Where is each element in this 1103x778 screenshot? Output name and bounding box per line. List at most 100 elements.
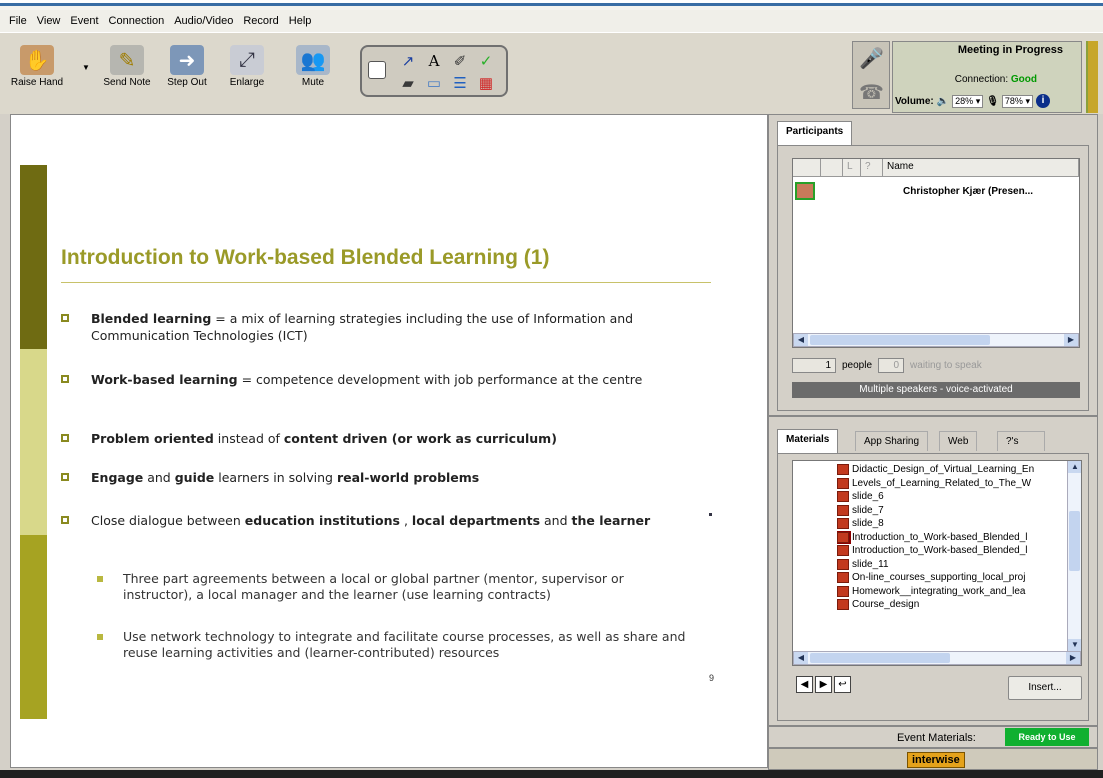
- slide-bullet: Work-based learning = competence develop…: [61, 371, 683, 388]
- connection-label: Connection:: [954, 74, 1009, 85]
- material-item-label: Course_design: [852, 599, 920, 611]
- speaker-mode-bar[interactable]: Multiple speakers - voice-activated: [792, 382, 1080, 398]
- checkmark-icon[interactable]: ✓: [474, 51, 498, 71]
- material-item[interactable]: Homework__integrating_work_and_lea: [837, 585, 1065, 599]
- material-item[interactable]: slide_8: [837, 517, 1065, 531]
- participants-scrollbar[interactable]: ◀ ▶: [793, 333, 1079, 347]
- sub-bullet-square-icon: [97, 576, 103, 582]
- speaker-volume-select[interactable]: 28% ▾: [952, 94, 984, 108]
- participant-name: Christopher Kjær (Presen...: [903, 185, 1034, 197]
- raise-hand-label: Raise Hand: [10, 77, 64, 88]
- header-col-hand[interactable]: [821, 159, 843, 176]
- bullet-bold-text: Work-based learning: [91, 372, 238, 387]
- mute-button[interactable]: 👥 Mute: [282, 45, 344, 88]
- microphone-icon[interactable]: 🎤: [859, 46, 884, 71]
- material-item[interactable]: Didactic_Design_of_Virtual_Learning_En: [837, 463, 1065, 477]
- scroll-thumb[interactable]: [810, 335, 990, 345]
- materials-frame: Didactic_Design_of_Virtual_Learning_En Le…: [777, 453, 1089, 721]
- raise-hand-button[interactable]: ✋ Raise Hand: [6, 45, 68, 88]
- bullet-square-icon: [61, 473, 69, 481]
- material-item[interactable]: slide_11: [837, 558, 1065, 572]
- header-col-name[interactable]: Name: [883, 159, 1079, 176]
- title-underline: [61, 282, 711, 283]
- slide-bullet: Engage and guide learners in solving rea…: [61, 469, 683, 486]
- materials-vscrollbar[interactable]: ▲ ▼: [1067, 461, 1081, 651]
- document-icon: [837, 558, 849, 570]
- menu-help[interactable]: Help: [284, 15, 317, 27]
- bullet-bold-text: Engage: [91, 470, 144, 485]
- document-icon: [837, 599, 849, 611]
- handset-icon[interactable]: ☎: [859, 80, 884, 105]
- scroll-left-icon[interactable]: ◀: [794, 334, 808, 346]
- sub-bullet-square-icon: [97, 634, 103, 640]
- materials-scroll-left-icon[interactable]: ◀: [794, 652, 808, 664]
- slide-bullet: Blended learning = a mix of learning str…: [61, 310, 683, 344]
- slide-sub-bullet: Use network technology to integrate and …: [97, 629, 697, 661]
- material-item[interactable]: Course_design: [837, 598, 1065, 612]
- materials-panel: Materials App Sharing Web ?'s Didactic_D…: [768, 416, 1098, 726]
- line-tool-icon[interactable]: ☰: [448, 73, 472, 93]
- materials-hscroll-thumb[interactable]: [810, 653, 950, 663]
- material-item[interactable]: Levels_of_Learning_Related_to_The_W: [837, 477, 1065, 491]
- pointer-toggle[interactable]: [368, 61, 386, 79]
- material-item[interactable]: Introduction_to_Work-based_Blended_l: [837, 530, 1065, 544]
- material-item-label: slide_8: [852, 518, 884, 530]
- tab-web[interactable]: Web: [939, 431, 978, 451]
- tab-app-sharing[interactable]: App Sharing: [855, 431, 929, 451]
- text-tool-icon[interactable]: A: [422, 51, 446, 71]
- materials-hscrollbar[interactable]: ◀ ▶: [793, 651, 1081, 665]
- header-col-l[interactable]: L: [843, 159, 861, 176]
- scroll-down-icon[interactable]: ▼: [1068, 639, 1081, 651]
- previous-arrow-icon[interactable]: ◀: [796, 676, 813, 693]
- bullet-text: and: [143, 470, 175, 485]
- info-icon[interactable]: i: [1035, 94, 1050, 108]
- mic-volume-value: 78%: [1004, 95, 1023, 106]
- insert-button[interactable]: Insert...: [1008, 676, 1082, 700]
- color-palette-icon[interactable]: ▦: [474, 73, 498, 93]
- material-item-label: Levels_of_Learning_Related_to_The_W: [852, 477, 1032, 489]
- eraser-icon[interactable]: ▰: [396, 73, 420, 93]
- menu-view[interactable]: View: [32, 15, 66, 27]
- brand-bar: interwise: [768, 748, 1098, 770]
- return-arrow-icon[interactable]: ↩: [834, 676, 851, 693]
- material-item[interactable]: Introduction_to_Work-based_Blended_l: [837, 544, 1065, 558]
- header-col-status[interactable]: [793, 159, 821, 176]
- materials-scroll-thumb[interactable]: [1069, 511, 1080, 571]
- slide-band-mid: [20, 535, 47, 719]
- participants-header: L ? Name: [793, 159, 1079, 177]
- menu-connection[interactable]: Connection: [104, 15, 170, 27]
- bullet-bold-text: education institutions: [244, 513, 400, 528]
- note-pencil-icon: ✎: [110, 45, 144, 75]
- tab-materials[interactable]: Materials: [777, 429, 839, 453]
- menu-event[interactable]: Event: [65, 15, 103, 27]
- pen-icon[interactable]: ✐: [448, 51, 472, 71]
- participant-row[interactable]: Christopher Kjær (Presen...: [793, 181, 1079, 201]
- step-out-button[interactable]: ➜ Step Out: [156, 45, 218, 88]
- header-col-question[interactable]: ?: [861, 159, 883, 176]
- participants-list: L ? Name Christopher Kjær (Presen... ◀ ▶: [792, 158, 1080, 348]
- send-note-button[interactable]: ✎ Send Note: [96, 45, 158, 88]
- material-item[interactable]: On-line_courses_supporting_local_proj: [837, 571, 1065, 585]
- raise-hand-dropdown-icon[interactable]: ▼: [82, 63, 90, 72]
- scroll-up-icon[interactable]: ▲: [1068, 461, 1081, 473]
- connection-status: Connection: Good: [955, 74, 1037, 85]
- tab-questions[interactable]: ?'s: [997, 431, 1045, 451]
- shape-tool-icon[interactable]: ▭: [422, 73, 446, 93]
- menu-record[interactable]: Record: [238, 15, 283, 27]
- pointer-icon[interactable]: ↗: [396, 51, 420, 71]
- volume-label: Volume:: [895, 95, 934, 107]
- menu-audio-video[interactable]: Audio/Video: [169, 15, 238, 27]
- materials-scroll-right-icon[interactable]: ▶: [1066, 652, 1080, 664]
- bullet-text: Close dialogue between: [91, 513, 245, 528]
- menu-file[interactable]: File: [4, 15, 32, 27]
- next-arrow-icon[interactable]: ▶: [815, 676, 832, 693]
- bullet-text: ,: [399, 513, 412, 528]
- material-item[interactable]: slide_6: [837, 490, 1065, 504]
- mic-volume-select[interactable]: 78% ▾: [1001, 94, 1033, 108]
- bullet-bold-text: Problem oriented: [91, 431, 214, 446]
- material-item[interactable]: slide_7: [837, 504, 1065, 518]
- tab-participants[interactable]: Participants: [777, 121, 853, 145]
- enlarge-button[interactable]: ⤢ Enlarge: [216, 45, 278, 88]
- scroll-right-icon[interactable]: ▶: [1064, 334, 1078, 346]
- event-materials-label: Event Materials:: [897, 732, 976, 744]
